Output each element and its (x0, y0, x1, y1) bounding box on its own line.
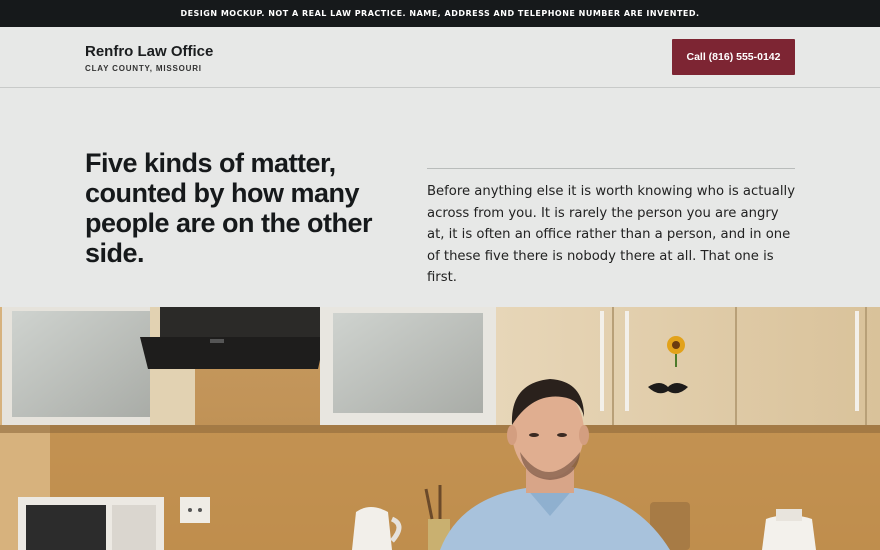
call-button[interactable]: Call (816) 555-0142 (672, 39, 795, 75)
intro-paragraph: Before anything else it is worth knowing… (427, 184, 796, 285)
disclaimer-banner: DESIGN MOCKUP. NOT A REAL LAW PRACTICE. … (0, 0, 880, 27)
hero-photo (0, 307, 880, 550)
page-title: Five kinds of matter, counted by how man… (85, 148, 373, 268)
firm-name: Renfro Law Office (85, 43, 214, 60)
kitchen-photo-illustration (0, 307, 880, 550)
site-header: Renfro Law Office CLAY COUNTY, MISSOURI … (0, 27, 880, 88)
brand[interactable]: Renfro Law Office CLAY COUNTY, MISSOURI (85, 41, 213, 73)
divider (427, 168, 795, 169)
firm-location: CLAY COUNTY, MISSOURI (85, 64, 202, 73)
hero-section: Five kinds of matter, counted by how man… (0, 88, 880, 307)
disclaimer-text: DESIGN MOCKUP. NOT A REAL LAW PRACTICE. … (180, 9, 700, 18)
